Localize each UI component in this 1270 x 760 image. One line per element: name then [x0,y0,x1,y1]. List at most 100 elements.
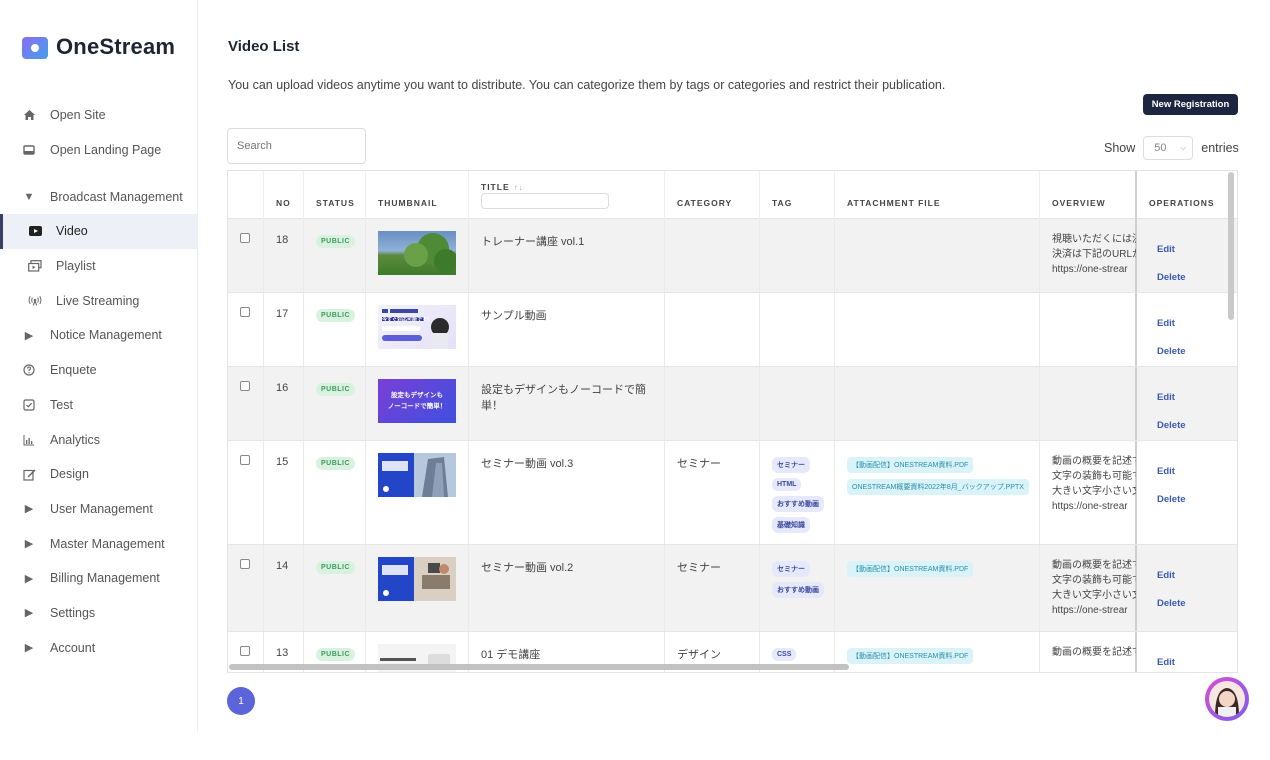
header-overview[interactable]: OVERVIEW [1040,171,1137,219]
table-row: 18 PUBLIC トレーナー講座 vol.1 視聴いただくには決 決済は下記のU… [228,219,1237,293]
video-thumbnail[interactable] [378,231,458,275]
sidebar-menu: Open Site Open Landing Page ▼ Broadcast … [0,98,197,665]
attachment-link[interactable]: 【動画配信】ONESTREAM資料.PDF [847,457,974,473]
bottom-margin [0,733,1270,760]
support-chat-button[interactable] [1205,677,1249,721]
edit-button[interactable]: Edit [1157,562,1186,590]
header-title[interactable]: TITLE ↑↓ [469,171,665,219]
pagination-page-1[interactable]: 1 [227,687,255,715]
header-thumbnail[interactable]: THUMBNAIL [366,171,469,219]
main-content: Video List You can upload videos anytime… [198,0,1270,733]
sidebar-item-label: Billing Management [50,571,160,586]
edit-button[interactable]: Edit [1157,310,1186,338]
monitor-icon [22,143,36,157]
edit-button[interactable]: Edit [1157,458,1186,486]
sidebar-item-notice-management[interactable]: ▶ Notice Management [0,318,197,353]
header-operations: OPERATIONS [1137,171,1237,219]
status-badge: PUBLIC [316,561,356,574]
video-title[interactable]: 設定もデザインもノーコードで簡単！ [481,381,664,413]
sidebar-item-label: Broadcast Management [50,189,183,204]
sidebar-item-design[interactable]: Design [0,457,197,492]
video-title[interactable]: サンプル動画 [481,307,547,323]
sort-icon[interactable]: ↑↓ [514,183,524,192]
tag-chip[interactable]: セミナー [772,457,810,473]
video-thumbnail[interactable] [378,557,456,601]
caret-right-icon: ▶ [24,538,34,551]
sidebar-item-broadcast-management[interactable]: ▼ Broadcast Management [0,179,197,214]
row-checkbox[interactable] [240,233,250,243]
show-label: Show [1104,141,1136,155]
video-title[interactable]: セミナー動画 vol.3 [481,455,573,471]
video-thumbnail[interactable]: 設定もデザインも ノーコードで簡単！ [378,379,456,423]
vertical-scrollbar[interactable] [1228,172,1234,320]
entries-select[interactable]: 50 ⌵ [1143,136,1194,160]
header-tag[interactable]: TAG [760,171,835,219]
tag-chip[interactable]: 基礎知識 [772,517,810,533]
sidebar-item-video[interactable]: Video [0,214,197,249]
horizontal-scrollbar[interactable] [229,664,849,670]
attachment-link[interactable]: 【動画配信】ONESTREAM資料.PDF [847,648,974,664]
page-description: You can upload videos anytime you want t… [228,78,946,92]
sidebar-item-label: Settings [50,605,96,620]
sidebar-item-analytics[interactable]: Analytics [0,422,197,457]
row-checkbox[interactable] [240,455,250,465]
tag-chip[interactable]: おすすめ動画 [772,496,824,512]
delete-button[interactable]: Delete [1157,590,1186,618]
title-filter-input[interactable] [481,193,609,209]
sidebar-item-account[interactable]: ▶ Account [0,630,197,665]
edit-button[interactable]: Edit [1157,649,1175,672]
sidebar-item-billing-management[interactable]: ▶ Billing Management [0,561,197,596]
tag-chip[interactable]: おすすめ動画 [772,582,824,598]
header-no[interactable]: NO [264,171,304,219]
page-title: Video List [228,38,300,55]
sidebar-item-user-management[interactable]: ▶ User Management [0,492,197,527]
sidebar-item-open-landing-page[interactable]: Open Landing Page [0,133,197,168]
video-title[interactable]: セミナー動画 vol.2 [481,559,573,575]
new-registration-button[interactable]: New Registration [1143,94,1238,115]
row-checkbox[interactable] [240,646,250,656]
tag-chip[interactable]: HTML [772,478,802,491]
header-status[interactable]: STATUS [304,171,366,219]
row-checkbox[interactable] [240,381,250,391]
sidebar-item-test[interactable]: Test [0,388,197,423]
sidebar-item-label: Analytics [50,432,101,447]
video-thumbnail[interactable]: 今すぐ対応可能です！ [378,305,456,349]
sidebar-item-enquete[interactable]: Enquete [0,353,197,388]
sidebar-item-playlist[interactable]: Playlist [0,249,197,284]
delete-button[interactable]: Delete [1157,264,1186,292]
header-category[interactable]: CATEGORY [665,171,760,219]
broadcast-icon [28,294,42,308]
delete-button[interactable]: Delete [1157,486,1186,514]
row-checkbox[interactable] [240,307,250,317]
video-title[interactable]: 01 デモ講座 [481,646,540,662]
attachment-link[interactable]: ONESTREAM概要資料2022年8月_バックアップ.PPTX [847,479,1029,495]
status-badge: PUBLIC [316,648,356,661]
bar-chart-icon [22,433,36,447]
delete-button[interactable]: Delete [1157,338,1186,366]
header-attachment-file[interactable]: ATTACHMENT FILE [835,171,1040,219]
row-checkbox[interactable] [240,559,250,569]
sidebar-item-master-management[interactable]: ▶ Master Management [0,526,197,561]
video-title[interactable]: トレーナー講座 vol.1 [481,233,584,249]
delete-button[interactable]: Delete [1157,412,1186,440]
entries-label: entries [1201,141,1239,155]
sidebar-item-live-streaming[interactable]: Live Streaming [0,283,197,318]
video-thumbnail[interactable] [378,453,456,497]
sidebar-item-label: Playlist [56,259,96,274]
tag-chip[interactable]: CSS [772,648,797,661]
sidebar-item-label: Test [50,397,73,412]
caret-right-icon: ▶ [24,503,34,516]
entries-value: 50 [1154,142,1167,154]
entries-control: Show 50 ⌵ entries [1104,136,1239,160]
sidebar-item-open-site[interactable]: Open Site [0,98,197,133]
attachment-link[interactable]: 【動画配信】ONESTREAM資料.PDF [847,561,974,577]
sidebar-item-label: Design [50,467,89,482]
tag-chip[interactable]: セミナー [772,561,810,577]
row-no: 17 [276,308,289,320]
search-input[interactable] [227,128,366,164]
edit-button[interactable]: Edit [1157,236,1186,264]
edit-button[interactable]: Edit [1157,384,1186,412]
sidebar-item-settings[interactable]: ▶ Settings [0,596,197,631]
caret-right-icon: ▶ [24,329,34,342]
brand-logo[interactable]: OneStream [22,34,175,60]
